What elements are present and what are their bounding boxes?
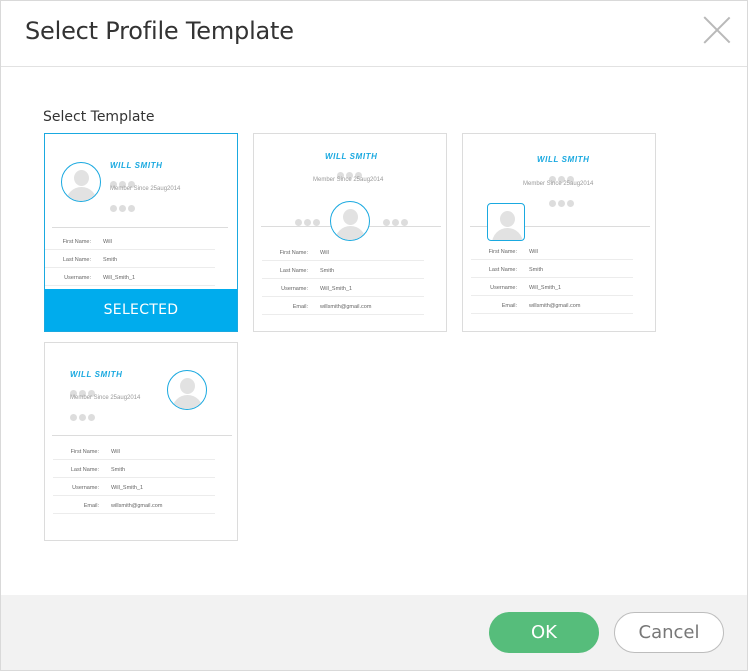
profile-name: WILL SMITH: [325, 152, 378, 161]
avatar-icon: [61, 162, 101, 202]
field-row: Username: Will_Smith_1: [45, 274, 215, 286]
dialog-footer: OK Cancel: [1, 595, 747, 670]
dialog-header: Select Profile Template: [1, 1, 747, 67]
field-row: Email: willsmith@gmail.com: [53, 502, 215, 514]
field-row: Username: Will_Smith_1: [262, 285, 424, 297]
field-value: willsmith@gmail.com: [111, 503, 163, 509]
field-value: Smith: [103, 257, 118, 263]
select-profile-template-dialog: Select Profile Template Select Template …: [0, 0, 748, 671]
member-since: Member Since 25aug2014: [110, 186, 181, 192]
divider: [52, 227, 228, 228]
field-value: Will: [529, 249, 538, 255]
field-value: willsmith@gmail.com: [529, 303, 581, 309]
field-key: Username:: [72, 485, 99, 491]
divider: [52, 435, 232, 436]
social-icons: [110, 175, 137, 188]
cancel-button[interactable]: Cancel: [614, 612, 724, 653]
field-value: Will: [320, 250, 329, 256]
field-row: Last Name: Smith: [262, 267, 424, 279]
social-icons: [70, 408, 97, 421]
field-row: First Name: Will: [45, 238, 215, 250]
field-value: Will_Smith_1: [103, 275, 136, 281]
field-key: First Name:: [279, 250, 308, 256]
template-card-1[interactable]: WILL SMITH Member Since 25aug2014 First …: [44, 133, 238, 332]
field-value: Will: [103, 239, 112, 245]
field-row: Last Name: Smith: [53, 466, 215, 478]
dialog-title: Select Profile Template: [25, 17, 294, 45]
field-row: Email: willsmith@gmail.com: [262, 303, 424, 315]
field-key: Email:: [83, 503, 99, 509]
avatar-icon: [167, 370, 207, 410]
field-row: First Name: Will: [262, 249, 424, 261]
social-icons: [549, 170, 576, 183]
social-icons: [110, 199, 137, 212]
template-card-3[interactable]: WILL SMITH Member Since 25aug2014 First …: [462, 133, 656, 332]
field-row: Last Name: Smith: [45, 256, 215, 268]
field-key: Last Name:: [70, 467, 99, 473]
template-card-2[interactable]: WILL SMITH Member Since 25aug2014 First …: [253, 133, 447, 332]
social-icons: [383, 213, 410, 226]
field-key: First Name:: [488, 249, 517, 255]
field-value: Smith: [529, 267, 544, 273]
member-since: Member Since 25aug2014: [313, 177, 384, 183]
field-value: Will: [111, 449, 120, 455]
avatar-icon: [487, 203, 525, 241]
field-key: Last Name:: [62, 257, 91, 263]
field-row: Username: Will_Smith_1: [471, 284, 633, 296]
ok-button[interactable]: OK: [489, 612, 599, 653]
field-value: Will_Smith_1: [111, 485, 144, 491]
social-icons: [70, 384, 97, 397]
field-row: Last Name: Smith: [471, 266, 633, 278]
field-row: First Name: Will: [53, 448, 215, 460]
field-key: Username:: [490, 285, 517, 291]
field-value: willsmith@gmail.com: [320, 304, 372, 310]
section-label: Select Template: [43, 109, 155, 125]
field-key: Last Name:: [279, 268, 308, 274]
social-icons: [549, 194, 576, 207]
field-key: Username:: [281, 286, 308, 292]
field-key: Username:: [64, 275, 91, 281]
avatar-icon: [330, 201, 370, 241]
member-since: Member Since 25aug2014: [523, 181, 594, 187]
field-row: Username: Will_Smith_1: [53, 484, 215, 496]
field-key: First Name:: [62, 239, 91, 245]
field-value: Smith: [320, 268, 335, 274]
profile-name: WILL SMITH: [110, 161, 163, 170]
field-row: Email: willsmith@gmail.com: [471, 302, 633, 314]
field-value: Smith: [111, 467, 126, 473]
field-key: Email:: [292, 304, 308, 310]
field-value: Will_Smith_1: [320, 286, 353, 292]
template-card-4[interactable]: WILL SMITH Member Since 25aug2014 First …: [44, 342, 238, 541]
field-key: Last Name:: [488, 267, 517, 273]
field-key: Email:: [501, 303, 517, 309]
close-icon[interactable]: [702, 15, 732, 45]
social-icons: [337, 166, 364, 179]
field-row: First Name: Will: [471, 248, 633, 260]
social-icons: [295, 213, 322, 226]
selected-banner: SELECTED: [45, 289, 237, 331]
field-value: Will_Smith_1: [529, 285, 562, 291]
field-key: First Name:: [70, 449, 99, 455]
profile-name: WILL SMITH: [70, 370, 123, 379]
profile-name: WILL SMITH: [537, 155, 590, 164]
member-since: Member Since 25aug2014: [70, 395, 141, 401]
